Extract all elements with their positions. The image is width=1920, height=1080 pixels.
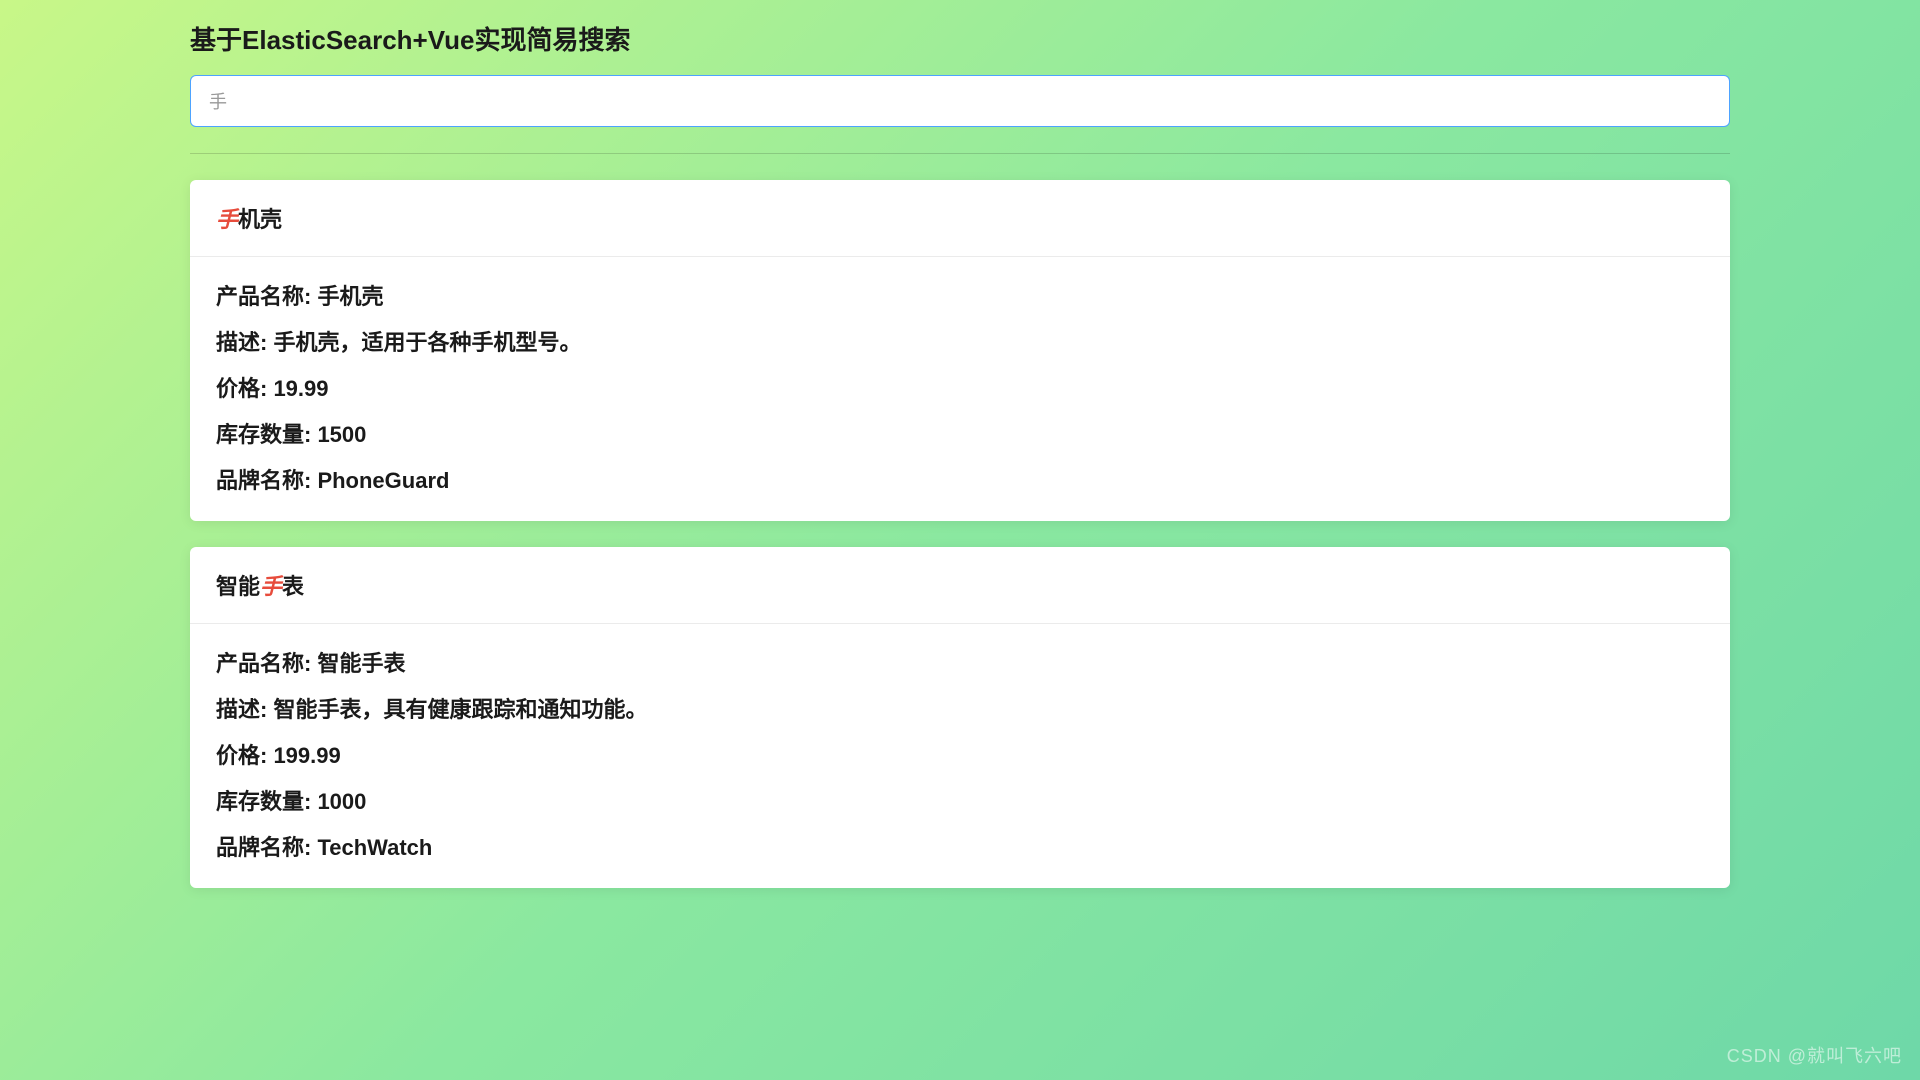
stock-row: 库存数量: 1500 <box>216 417 1704 449</box>
divider <box>190 153 1730 154</box>
result-card: 手机壳产品名称: 手机壳描述: 手机壳，适用于各种手机型号。价格: 19.99 库… <box>190 180 1730 521</box>
result-body: 产品名称: 手机壳描述: 手机壳，适用于各种手机型号。价格: 19.99 库存数量… <box>190 257 1730 521</box>
title-highlight: 手 <box>216 207 238 232</box>
price-row: 价格: 199.99 <box>216 738 1704 770</box>
title-pre: 智能 <box>216 574 260 599</box>
watermark: CSDN @就叫飞六吧 <box>1727 1042 1902 1068</box>
result-card: 智能手表产品名称: 智能手表描述: 智能手表，具有健康跟踪和通知功能。价格: 1… <box>190 547 1730 888</box>
product-name-row: 产品名称: 智能手表 <box>216 646 1704 678</box>
brand-row: 品牌名称: PhoneGuard <box>216 463 1704 495</box>
price-row: 价格: 19.99 <box>216 371 1704 403</box>
description-row: 描述: 智能手表，具有健康跟踪和通知功能。 <box>216 692 1704 724</box>
result-title: 智能手表 <box>190 547 1730 624</box>
title-highlight: 手 <box>260 574 282 599</box>
description-row: 描述: 手机壳，适用于各种手机型号。 <box>216 325 1704 357</box>
search-input[interactable] <box>190 75 1730 127</box>
title-post: 表 <box>282 574 304 599</box>
stock-row: 库存数量: 1000 <box>216 784 1704 816</box>
brand-row: 品牌名称: TechWatch <box>216 830 1704 862</box>
result-body: 产品名称: 智能手表描述: 智能手表，具有健康跟踪和通知功能。价格: 199.9… <box>190 624 1730 888</box>
result-title: 手机壳 <box>190 180 1730 257</box>
title-post: 机壳 <box>238 207 282 232</box>
product-name-row: 产品名称: 手机壳 <box>216 279 1704 311</box>
page-title: 基于ElasticSearch+Vue实现简易搜索 <box>190 20 1730 57</box>
